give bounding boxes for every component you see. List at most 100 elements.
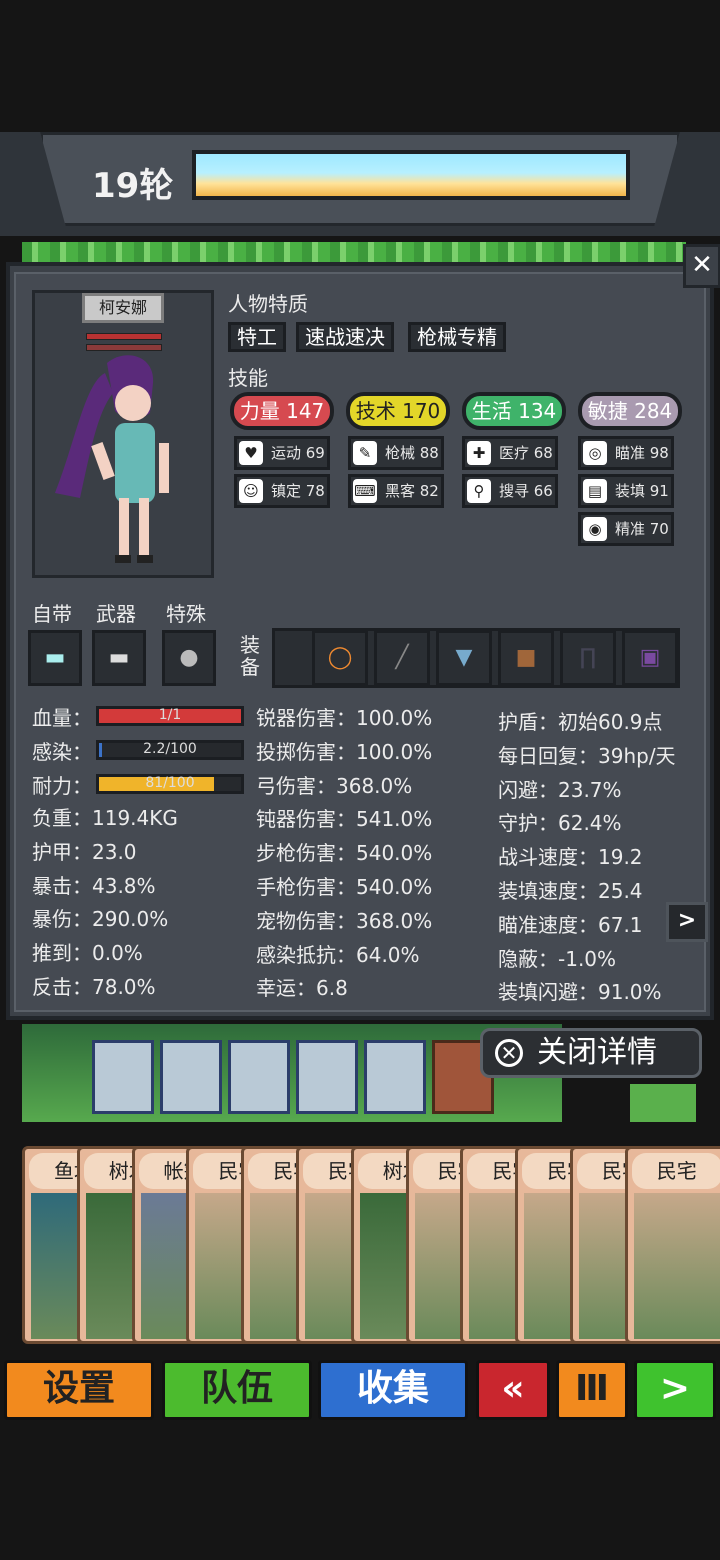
gear-label-weapon: 武器 — [96, 602, 136, 626]
skill-icon: ▤ — [583, 479, 607, 503]
grass-strip — [22, 242, 686, 262]
stat-line: 步枪伤害：540.0% — [256, 841, 433, 866]
building — [92, 1040, 154, 1114]
stat-line: 装填速度：25.4 — [498, 879, 643, 903]
skill-pill[interactable]: 敏捷 284 — [578, 392, 682, 430]
sub-skill[interactable]: ◉ 精准 70 — [578, 512, 674, 546]
trait-chip[interactable]: 特工 — [228, 322, 286, 352]
stat-line: 幸运：6.8 — [256, 976, 348, 1001]
rifle-icon: ▬ — [44, 645, 66, 670]
skill-icon: ☺ — [239, 479, 263, 503]
town-map-right — [630, 1084, 696, 1122]
stat-line: 感染抵抗：64.0% — [256, 942, 420, 967]
close-circle-icon: ✕ — [495, 1039, 523, 1067]
sub-skill-label: 枪械 88 — [385, 444, 439, 462]
sub-skill[interactable]: ⚲ 搜寻 66 — [462, 474, 558, 508]
sub-skill-label: 搜寻 66 — [499, 482, 553, 500]
skill-icon: ♥ — [239, 441, 263, 465]
skill-icon: ✚ — [467, 441, 491, 465]
weapon-slot[interactable]: ▬ — [92, 630, 146, 686]
sub-skill[interactable]: ✎ 枪械 88 — [348, 436, 444, 470]
close-detail-button[interactable]: ✕ 关闭详情 — [480, 1028, 702, 1078]
name-hp-bar — [86, 333, 162, 340]
vest-icon: ▼ — [455, 645, 473, 670]
sub-skill-label: 装填 91 — [615, 482, 669, 500]
rifle-icon: ▬ — [108, 645, 130, 670]
location-card[interactable]: 民宅 — [624, 1146, 720, 1344]
equip-slot-flashlight[interactable]: ╱ — [374, 630, 430, 686]
nav-button[interactable]: 收集 — [318, 1360, 468, 1420]
builtin-weapon-slot[interactable]: ▬ — [28, 630, 82, 686]
traits-title: 人物特质 — [228, 292, 308, 316]
stat-line: 锐器伤害：100.0% — [256, 706, 433, 730]
skills-title: 技能 — [228, 366, 268, 390]
tactical-vest-icon: ▣ — [639, 645, 661, 670]
card-art — [633, 1193, 720, 1339]
building — [160, 1040, 222, 1114]
equip-slot-pants[interactable]: ∏ — [560, 630, 616, 686]
gear-label-special: 特殊 — [166, 602, 206, 626]
stat-line: 每日回复：39hp/天 — [498, 743, 676, 768]
building — [296, 1040, 358, 1114]
skill-pill[interactable]: 技术 170 — [346, 392, 450, 430]
stat-line: 手枪伤害：540.0% — [256, 875, 433, 899]
stat-line: 瞄准速度：67.1 — [498, 912, 643, 937]
stat-line: 守护：62.4% — [498, 811, 622, 836]
stat-line: 装填闪避：91.0% — [498, 980, 662, 1005]
stat-line: 护甲：23.0 — [32, 839, 137, 864]
status-bar-text: 1/1 — [158, 707, 182, 723]
backpack-icon: ■ — [515, 645, 537, 670]
sub-skill-label: 镇定 78 — [271, 482, 325, 500]
trait-chip[interactable]: 枪械专精 — [408, 322, 506, 352]
status-bar: 81/100 — [96, 774, 244, 794]
equip-slot-ring[interactable]: ◯ — [312, 630, 368, 686]
stat-line: 暴击：43.8% — [32, 873, 156, 898]
stat-line: 护盾：初始60.9点 — [498, 710, 663, 734]
stat-line: 隐蔽：-1.0% — [498, 946, 617, 971]
equip-slot-backpack[interactable]: ■ — [498, 630, 554, 686]
nav-button[interactable]: 设置 — [4, 1360, 154, 1420]
equip-slot-tactical-vest[interactable]: ▣ — [622, 630, 678, 686]
sub-skill[interactable]: ⌨ 黑客 82 — [348, 474, 444, 508]
sub-skill[interactable]: ◎ 瞄准 98 — [578, 436, 674, 470]
status-bar: 1/1 — [96, 706, 244, 726]
skill-icon: ✎ — [353, 441, 377, 465]
sub-skill-label: 运动 69 — [271, 444, 325, 462]
stat-label: 耐力： — [32, 774, 92, 798]
flashlight-icon: ╱ — [395, 645, 409, 670]
next-page-arrow[interactable]: > — [666, 902, 708, 942]
stat-line: 战斗速度：19.2 — [498, 845, 643, 870]
equip-slot-armor[interactable]: ▼ — [436, 630, 492, 686]
location-card-row: 鱼塘 树木 帐篷 民宅 民宅 民宅 树木 民宅 民宅 民宅 民宅 民宅 — [22, 1146, 720, 1344]
day-progress-sky — [192, 150, 630, 200]
nav-button[interactable]: Ⅲ — [556, 1360, 628, 1420]
nav-button[interactable]: « — [476, 1360, 550, 1420]
character-name: 柯安娜 — [82, 293, 164, 323]
status-bar: 2.2/100 — [96, 740, 244, 760]
skill-pill[interactable]: 力量 147 — [230, 392, 334, 430]
sub-skill-label: 医疗 68 — [499, 444, 553, 462]
stat-line: 推到：0.0% — [32, 941, 143, 966]
stat-line: 闪避：23.7% — [498, 777, 622, 802]
skill-icon: ◉ — [583, 517, 607, 541]
sub-skill[interactable]: ✚ 医疗 68 — [462, 436, 558, 470]
sub-skill[interactable]: ☺ 镇定 78 — [234, 474, 330, 508]
skill-icon: ⚲ — [467, 479, 491, 503]
stat-line: 负重：119.4KG — [32, 806, 178, 830]
status-bar-text: 81/100 — [145, 775, 195, 791]
gear-label-builtin: 自带 — [32, 602, 72, 626]
skill-pill[interactable]: 生活 134 — [462, 392, 566, 430]
stat-line: 钝器伤害：541.0% — [256, 807, 433, 832]
sub-skill[interactable]: ▤ 装填 91 — [578, 474, 674, 508]
status-bar-text: 2.2/100 — [143, 741, 197, 757]
trait-chip[interactable]: 速战速决 — [296, 322, 394, 352]
close-icon[interactable]: ✕ — [683, 244, 720, 288]
nav-button[interactable]: > — [634, 1360, 716, 1420]
special-slot[interactable]: ● — [162, 630, 216, 686]
nav-button[interactable]: 队伍 — [162, 1360, 312, 1420]
stat-line: 暴伤：290.0% — [32, 907, 169, 932]
stat-line: 投掷伤害：100.0% — [256, 739, 433, 764]
close-detail-label: 关闭详情 — [537, 1035, 657, 1070]
skill-icon: ◎ — [583, 441, 607, 465]
sub-skill[interactable]: ♥ 运动 69 — [234, 436, 330, 470]
